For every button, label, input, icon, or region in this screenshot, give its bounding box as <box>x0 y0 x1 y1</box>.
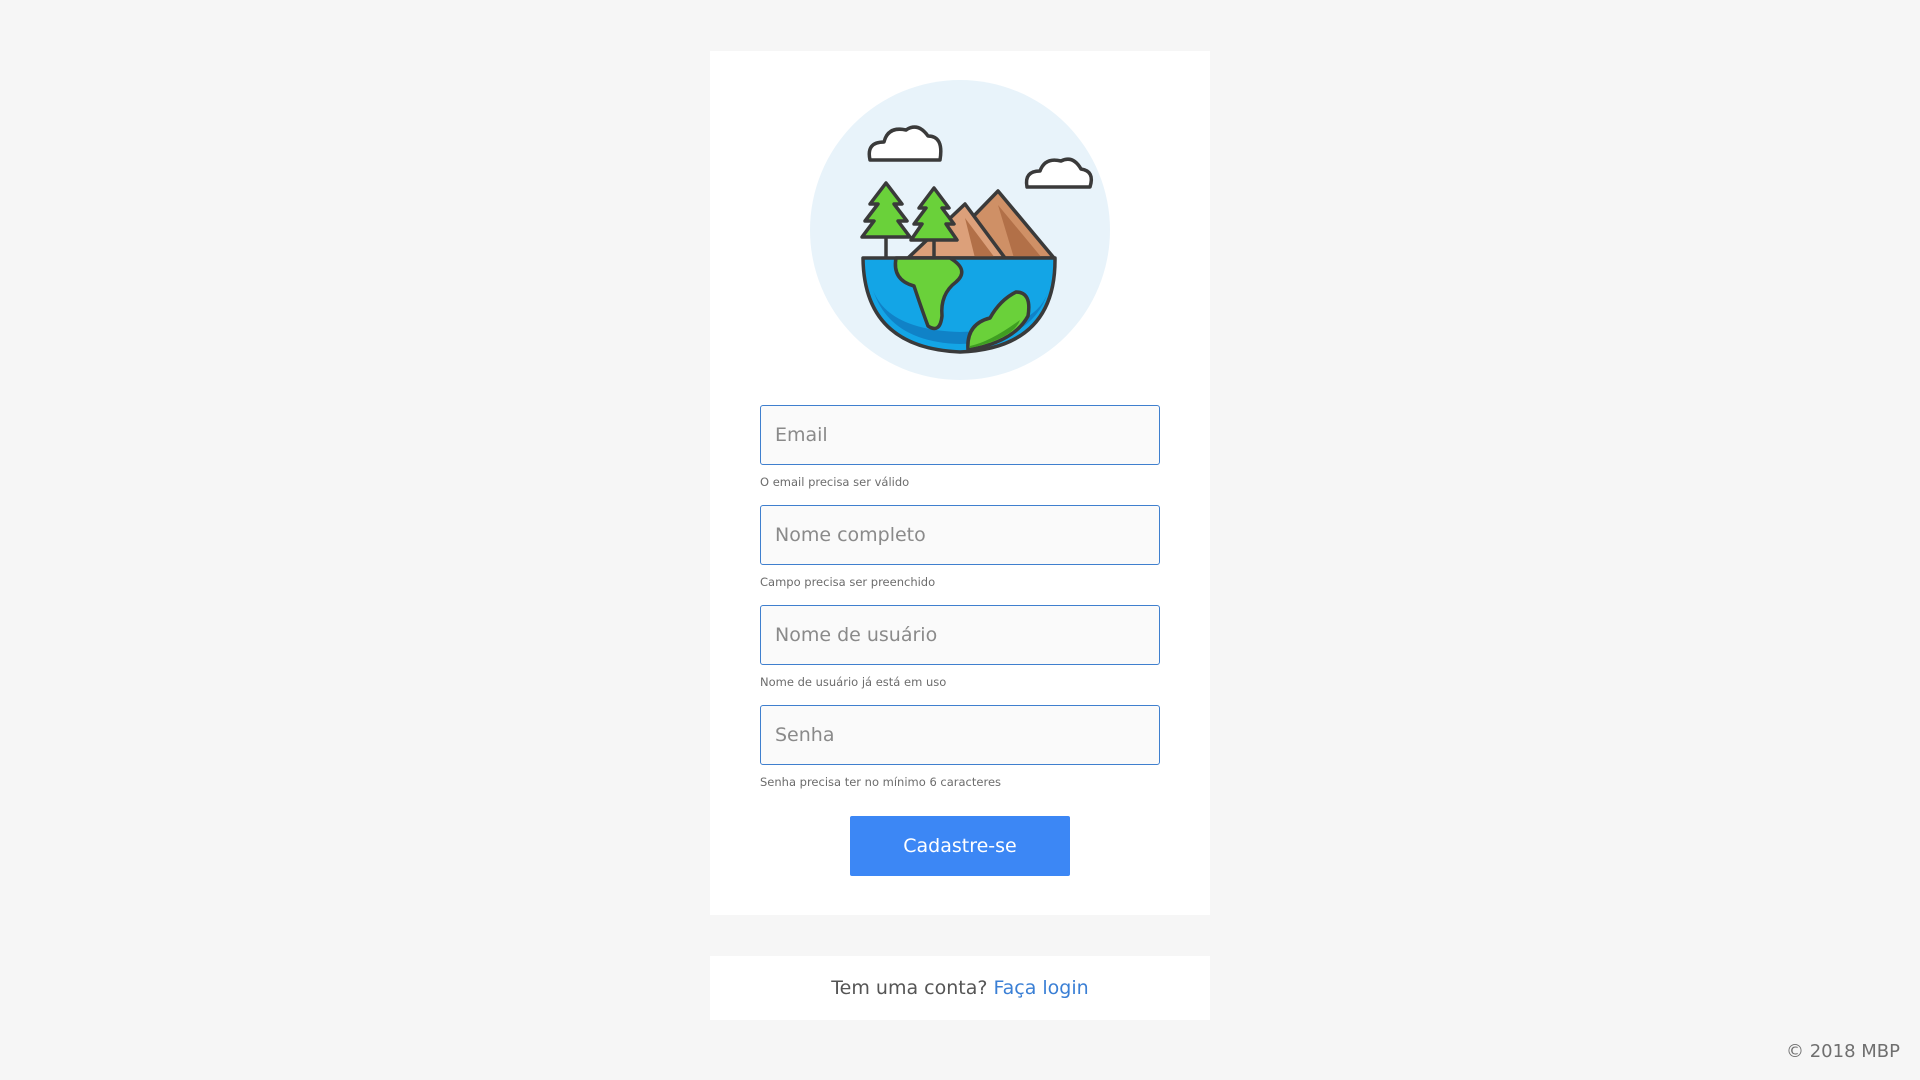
login-prompt-card: Tem uma conta? Faça login <box>710 956 1210 1020</box>
username-field-group: Nome de usuário já está em uso <box>760 605 1160 689</box>
copyright-text: © 2018 MBP <box>1786 1041 1900 1062</box>
email-hint: O email precisa ser válido <box>760 475 910 489</box>
earth-landscape-icon <box>810 80 1110 380</box>
signup-card: O email precisa ser válido Campo precisa… <box>710 51 1210 915</box>
username-field[interactable] <box>760 605 1160 665</box>
password-field[interactable] <box>760 705 1160 765</box>
username-hint: Nome de usuário já está em uso <box>760 675 947 689</box>
password-hint: Senha precisa ter no mínimo 6 caracteres <box>760 775 1002 789</box>
signup-button[interactable]: Cadastre-se <box>850 816 1070 876</box>
password-field-group: Senha precisa ter no mínimo 6 caracteres <box>760 705 1160 789</box>
fullname-hint: Campo precisa ser preenchido <box>760 575 936 589</box>
login-prompt-text: Tem uma conta? <box>831 977 988 999</box>
fullname-field[interactable] <box>760 505 1160 565</box>
login-link[interactable]: Faça login <box>993 977 1088 999</box>
fullname-field-group: Campo precisa ser preenchido <box>760 505 1160 589</box>
email-field[interactable] <box>760 405 1160 465</box>
email-field-group: O email precisa ser válido <box>760 405 1160 489</box>
